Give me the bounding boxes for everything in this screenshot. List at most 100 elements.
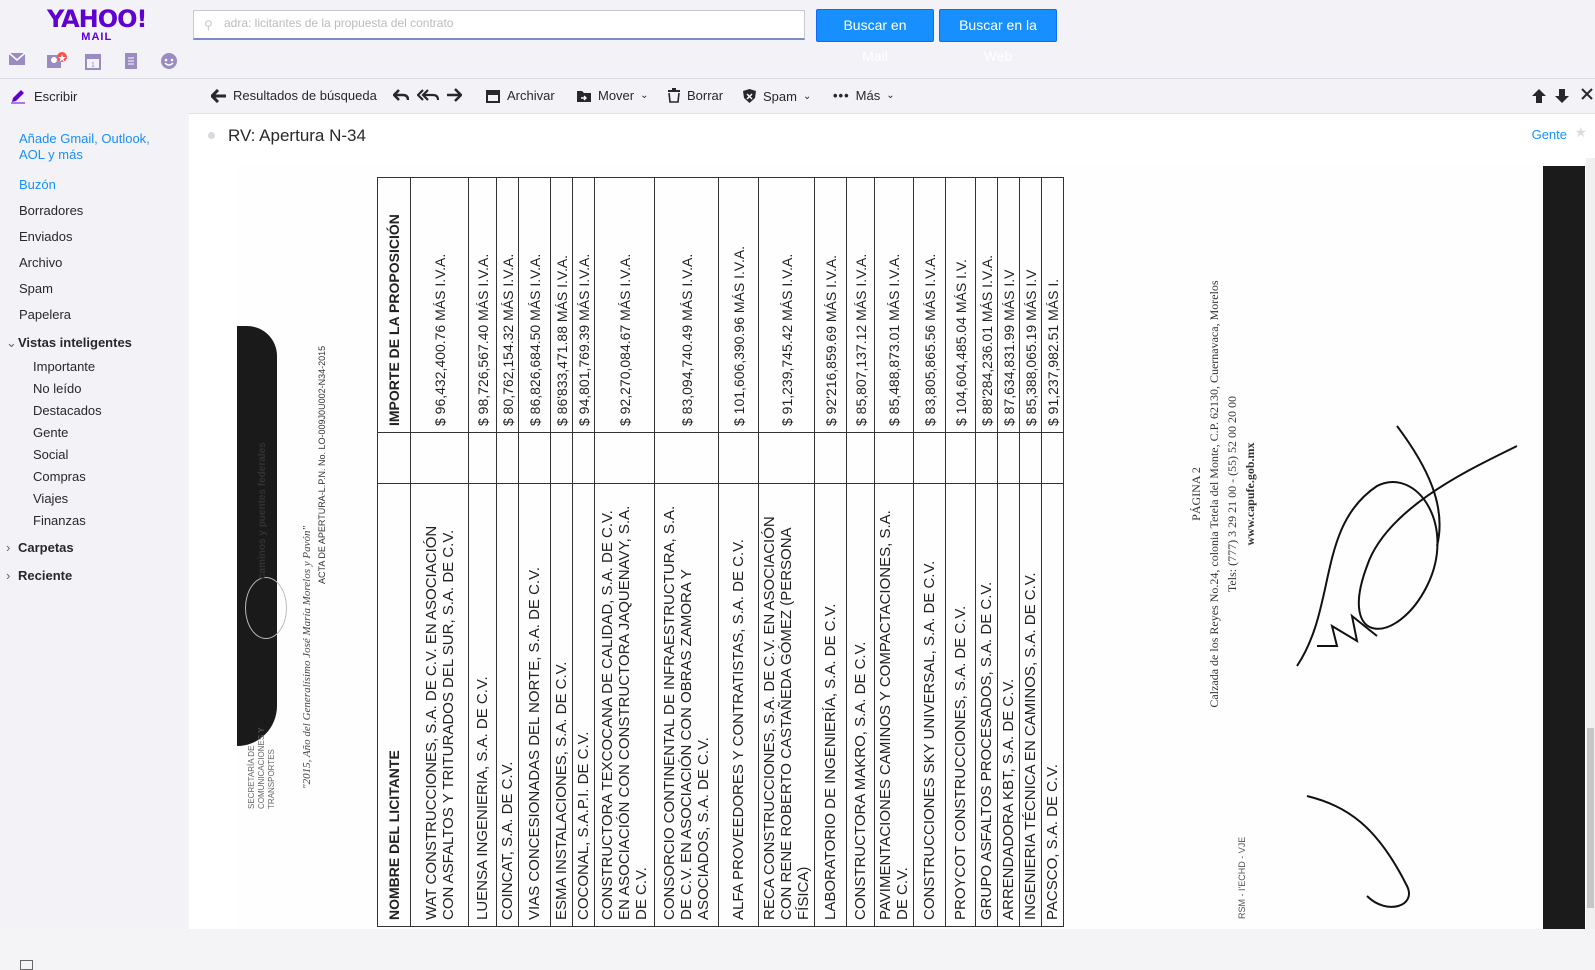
arrow-left-icon — [211, 88, 226, 103]
calendar-icon[interactable]: 1 — [84, 52, 102, 70]
bidder-name-cell: ALFA PROVEEDORES Y CONTRATISTAS, S.A. DE… — [718, 483, 759, 927]
more-label: Más — [855, 88, 881, 103]
table-row: CONSORCIO CONTINENTAL DE INFRAESTRUCTURA… — [654, 177, 719, 927]
archive-button[interactable]: Archivar — [485, 88, 555, 103]
smart-view-travel[interactable]: Viajes — [33, 491, 68, 506]
chevron-right-icon: › — [6, 540, 11, 555]
bidder-name-cell: INGENIERIA TÉCNICA EN CAMINOS, S.A. DE C… — [1019, 483, 1042, 927]
address-text: Calzada de los Reyes No.24, colonia Tete… — [1207, 280, 1221, 708]
contacts-icon[interactable] — [46, 52, 67, 70]
amount-cell: $ 92'216,859.69 MÁS I.V.A. — [814, 177, 847, 433]
forward-icon — [447, 88, 462, 102]
scrollbar[interactable] — [1586, 158, 1595, 929]
top-bar: YAHOO! MAIL ⚲ Buscar en Mail Buscar en l… — [0, 0, 1595, 79]
search-box[interactable]: ⚲ — [193, 10, 805, 40]
search-input[interactable] — [222, 15, 796, 31]
table-row: CONSTRUCTORA MAKRO, S.A. DE C.V. $ 85,807… — [846, 177, 875, 927]
folder-archive[interactable]: Archivo — [19, 255, 62, 270]
more-button[interactable]: ••• Más ⌄ — [833, 88, 895, 103]
table-row: COCONAL, S.A.P.I. DE C.V. $ 94,801,769.39… — [572, 177, 595, 927]
smart-views-label: Vistas inteligentes — [18, 335, 132, 350]
agency-label: caminos y puentes federales — [257, 442, 268, 579]
folder-drafts[interactable]: Borradores — [19, 203, 83, 218]
reply-all-button[interactable] — [417, 88, 439, 102]
smart-view-unread[interactable]: No leído — [33, 381, 81, 396]
compose-button[interactable]: Escribir — [10, 88, 77, 104]
spacer-cell — [518, 432, 551, 484]
bidder-name-cell: WAT CONSTRUCCIONES, S.A. DE C.V. EN ASOC… — [410, 483, 469, 927]
spacer-cell — [496, 432, 519, 484]
scrollbar-thumb[interactable] — [1587, 728, 1594, 908]
yahoo-mail-logo[interactable]: YAHOO! MAIL — [47, 7, 147, 43]
add-accounts-link[interactable]: Añade Gmail, Outlook, AOL y más — [19, 131, 169, 163]
spacer-cell — [718, 432, 759, 484]
logo-text: YAHOO! — [47, 5, 147, 33]
folder-trash[interactable]: Papelera — [19, 307, 71, 322]
delete-button[interactable]: Borrar — [667, 88, 723, 103]
smart-views-toggle[interactable]: ⌄Vistas inteligentes — [6, 335, 132, 351]
bidder-name-cell: LABORATORIO DE INGENIERÍA, S.A. DE C.V. — [814, 483, 847, 927]
table-row: VIAS CONCESIONADAS DEL NORTE, S.A. DE C.… — [518, 177, 551, 927]
bidder-name-cell: CONSORCIO CONTINENTAL DE INFRAESTRUCTURA… — [654, 483, 719, 927]
close-button[interactable] — [1581, 88, 1593, 100]
col-spacer — [377, 432, 411, 484]
folder-spam[interactable]: Spam — [19, 281, 53, 296]
image-icon[interactable] — [20, 960, 33, 970]
archive-icon — [486, 89, 500, 103]
smart-view-people[interactable]: Gente — [33, 425, 68, 440]
amount-cell: $ 85,807,137.12 MÁS I.V.A. — [846, 177, 875, 433]
svg-text:1: 1 — [91, 62, 95, 69]
chevron-down-icon: ⌄ — [802, 90, 812, 102]
folder-move-icon — [577, 90, 591, 102]
smart-view-starred[interactable]: Destacados — [33, 403, 102, 418]
bidder-name-cell: RECA CONSTRUCCIONES, S.A. DE C.V. EN ASO… — [758, 483, 815, 927]
back-to-results-button[interactable]: Resultados de búsqueda — [211, 88, 377, 103]
amount-cell: $ 101,606,390.96 MÁS I.V.A. — [718, 177, 759, 433]
folder-sent[interactable]: Enviados — [19, 229, 72, 244]
bidder-name-cell: COINCAT, S.A. DE C.V. — [496, 483, 519, 927]
smart-view-finance[interactable]: Finanzas — [33, 513, 86, 528]
app-switcher: 1 — [8, 52, 178, 70]
spam-button[interactable]: Spam ⌄ — [742, 88, 811, 104]
amount-cell: $ 91,237,982.51 MÁS I. — [1041, 177, 1064, 433]
phones-text: Tels: (777) 3 29 21 00 - (55) 52 00 20 0… — [1225, 395, 1239, 593]
smart-view-important[interactable]: Importante — [33, 359, 95, 374]
amount-cell: $ 83,094,740.49 MÁS I.V.A. — [654, 177, 719, 433]
spam-label: Spam — [763, 88, 797, 104]
table-row: ALFA PROVEEDORES Y CONTRATISTAS, S.A. DE… — [718, 177, 759, 927]
folder-inbox[interactable]: Buzón — [19, 177, 56, 192]
bidder-name-cell: VIAS CONCESIONADAS DEL NORTE, S.A. DE C.… — [518, 483, 551, 927]
smart-view-shopping[interactable]: Compras — [33, 469, 86, 484]
spacer-cell — [1019, 432, 1042, 484]
amount-cell: $ 86,826,684.50 MÁS I.V.A. — [518, 177, 551, 433]
bidder-name-cell: CONSTRUCTORA TEXCOCANA DE CALIDAD, S.A. … — [594, 483, 655, 927]
chevron-down-icon: ⌄ — [6, 335, 17, 350]
forward-button[interactable] — [446, 88, 462, 102]
document-footer: PÁGINA 2 Calzada de los Reyes No.24, col… — [1187, 234, 1259, 754]
search-web-button[interactable]: Buscar en la Web — [939, 9, 1057, 64]
delete-label: Borrar — [687, 88, 724, 103]
next-message-button[interactable] — [1554, 88, 1570, 104]
search-mail-button[interactable]: Buscar en Mail — [816, 9, 934, 64]
mail-icon[interactable] — [8, 52, 26, 70]
recent-toggle[interactable]: › Reciente — [6, 568, 72, 583]
star-icon[interactable]: ★ — [1574, 124, 1587, 141]
more-dots-icon: ••• — [833, 88, 850, 103]
signature-scribble — [1296, 425, 1518, 667]
messenger-icon[interactable] — [160, 52, 178, 70]
spacer-cell — [846, 432, 875, 484]
move-button[interactable]: Mover ⌄ — [576, 88, 649, 103]
amount-cell: $ 85,488,873.01 MÁS I.V.A. — [874, 177, 914, 433]
table-row: RECA CONSTRUCCIONES, S.A. DE C.V. EN ASO… — [758, 177, 815, 927]
people-link[interactable]: Gente — [1532, 127, 1567, 142]
sidebar: Escribir Añade Gmail, Outlook, AOL y más… — [0, 79, 189, 970]
amount-cell: $ 104,604,485.04 MÁS I.V. — [945, 177, 976, 433]
unread-dot-icon[interactable] — [208, 132, 215, 139]
previous-message-button[interactable] — [1531, 88, 1547, 104]
reply-all-icon — [417, 89, 439, 101]
notepad-icon[interactable] — [122, 52, 140, 70]
message-subject: RV: Apertura N-34 — [228, 126, 366, 145]
folders-toggle[interactable]: › Carpetas — [6, 540, 74, 555]
smart-view-social[interactable]: Social — [33, 447, 68, 462]
reply-button[interactable] — [393, 88, 409, 102]
